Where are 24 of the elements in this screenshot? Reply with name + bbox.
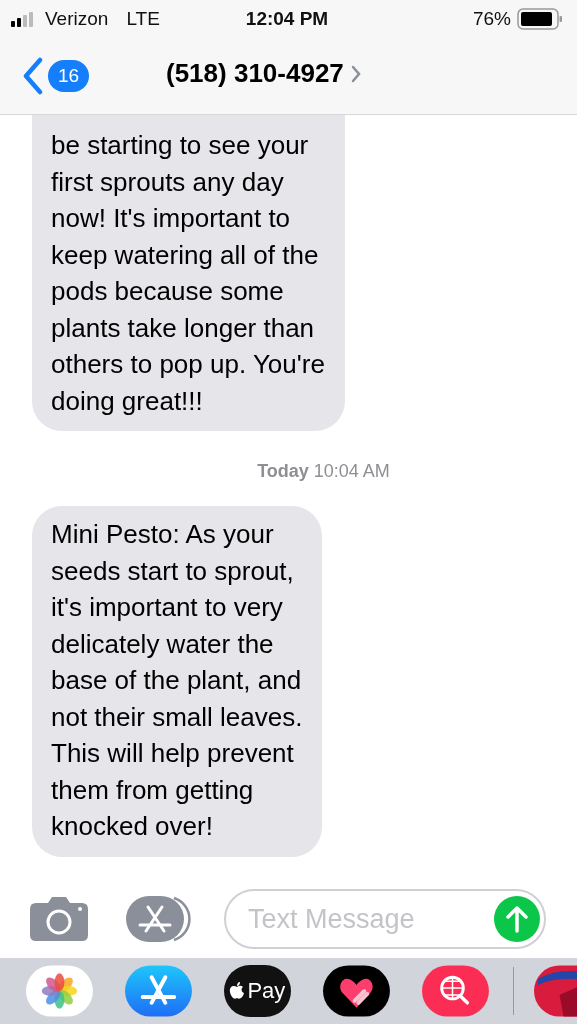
- apple-icon: [229, 982, 246, 1000]
- camera-icon[interactable]: [30, 897, 88, 941]
- message-input-field[interactable]: Text Message: [224, 889, 546, 949]
- status-time: 12:04 PM: [245, 8, 329, 30]
- battery-percent: 76%: [472, 8, 511, 30]
- battery-icon: [517, 8, 563, 30]
- app-store-icon[interactable]: [126, 895, 192, 943]
- apple-pay-button[interactable]: Pay: [223, 965, 291, 1017]
- search-globe-app-icon[interactable]: [421, 965, 489, 1017]
- heart-app-icon[interactable]: [322, 965, 390, 1017]
- photos-app-icon[interactable]: [26, 965, 93, 1017]
- back-button[interactable]: 16: [0, 57, 90, 95]
- chevron-icon: [349, 63, 362, 84]
- contact-title[interactable]: (518) 310-4927: [166, 58, 344, 89]
- message-bubble: Mini Pesto: As your seeds start to sprout, it's important to very delicately water the base of the plant, and not their small leaves. This will help prevent them from getting knocked over!: [32, 506, 323, 857]
- back-chevron-icon: [22, 57, 44, 95]
- message-timestamp: Today 10:04 AM: [257, 461, 390, 482]
- carrier-name: Verizon: [45, 8, 109, 30]
- message-bubble: be starting to see your first sprouts any day now! It's important to keep watering all of the pods because some plants take longer than others to pop up. You're doing great!!!: [32, 115, 345, 431]
- app-store-icon[interactable]: [124, 965, 192, 1017]
- network-type: LTE: [126, 8, 160, 30]
- send-icon[interactable]: [494, 896, 540, 942]
- unread-count: 16: [48, 60, 90, 92]
- app-icon[interactable]: [533, 965, 577, 1017]
